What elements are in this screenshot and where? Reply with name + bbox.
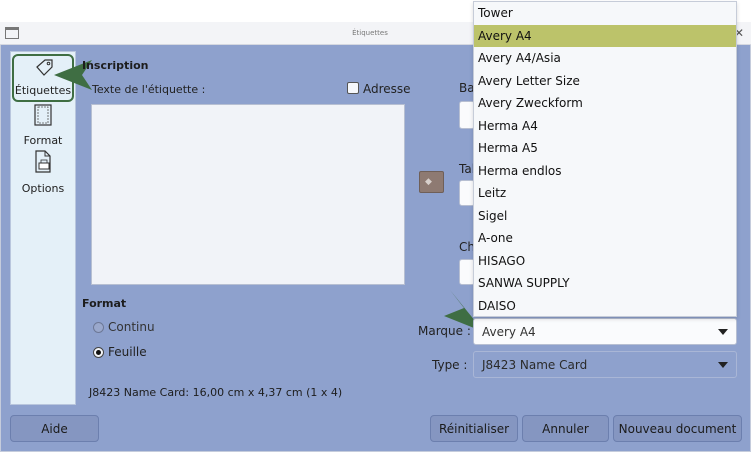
chevron-down-icon — [718, 328, 728, 335]
type-select[interactable]: J8423 Name Card — [473, 351, 737, 378]
label-text-caption: Texte de l'étiquette : — [92, 83, 206, 96]
page-layout-icon — [34, 104, 52, 126]
brand-option[interactable]: Sigel — [474, 205, 736, 228]
sidebar-item-label: Format — [23, 134, 63, 147]
cancel-button[interactable]: Annuler — [522, 415, 609, 442]
type-select-value: J8423 Name Card — [482, 357, 588, 372]
brand-option[interactable]: SANWA SUPPLY — [474, 272, 736, 295]
sidebar-item-format[interactable]: Format — [12, 104, 74, 148]
radio-dot — [96, 350, 101, 355]
brand-option[interactable]: A-one — [474, 227, 736, 250]
brand-label: Marque : — [418, 324, 471, 338]
help-button[interactable]: Aide — [10, 415, 99, 442]
brand-option[interactable]: Avery Zweckform — [474, 92, 736, 115]
radio-continu-label: Continu — [108, 320, 155, 334]
sidebar-item-label: Options — [21, 182, 65, 195]
arrow-left-icon: ◆ — [425, 177, 432, 187]
radio-feuille-label: Feuille — [108, 345, 147, 359]
brand-option[interactable]: Avery A4/Asia — [474, 47, 736, 70]
radio-continu[interactable] — [93, 322, 104, 333]
format-summary: J8423 Name Card: 16,00 cm x 4,37 cm (1 x… — [89, 386, 343, 399]
brand-option-selected[interactable]: Avery A4 — [474, 24, 736, 47]
printer-page-icon — [35, 150, 51, 173]
brand-option[interactable]: HISAGO — [474, 250, 736, 273]
chevron-down-icon — [718, 361, 728, 368]
new-document-button[interactable]: Nouveau document — [613, 415, 742, 442]
address-label: Adresse — [363, 82, 411, 96]
insert-field-button[interactable]: ◆ — [419, 171, 444, 193]
format-title: Format — [82, 297, 127, 310]
type-label: Type : — [432, 358, 468, 372]
sidebar-item-options[interactable]: Options — [12, 150, 74, 196]
label-text-area[interactable] — [91, 104, 405, 285]
brand-option[interactable]: Herma A5 — [474, 137, 736, 160]
brand-dropdown-list: Tower Avery A4 Avery A4/Asia Avery Lette… — [473, 1, 737, 317]
window-menu-icon[interactable] — [5, 27, 19, 39]
brand-option[interactable]: DAISO — [474, 295, 736, 318]
brand-option[interactable]: Herma endlos — [474, 160, 736, 183]
brand-option[interactable]: Tower — [474, 2, 736, 25]
brand-select[interactable]: Avery A4 — [473, 318, 737, 345]
brand-option[interactable]: Avery Letter Size — [474, 70, 736, 93]
brand-select-value: Avery A4 — [482, 324, 536, 339]
inscription-title: Inscription — [82, 59, 149, 72]
radio-feuille[interactable] — [93, 347, 104, 358]
tag-icon — [36, 59, 53, 76]
address-checkbox[interactable] — [347, 82, 359, 94]
brand-option[interactable]: Leitz — [474, 182, 736, 205]
brand-option[interactable]: Herma A4 — [474, 115, 736, 138]
window-title: Étiquettes — [352, 29, 388, 37]
reset-button[interactable]: Réinitialiser — [430, 415, 518, 442]
